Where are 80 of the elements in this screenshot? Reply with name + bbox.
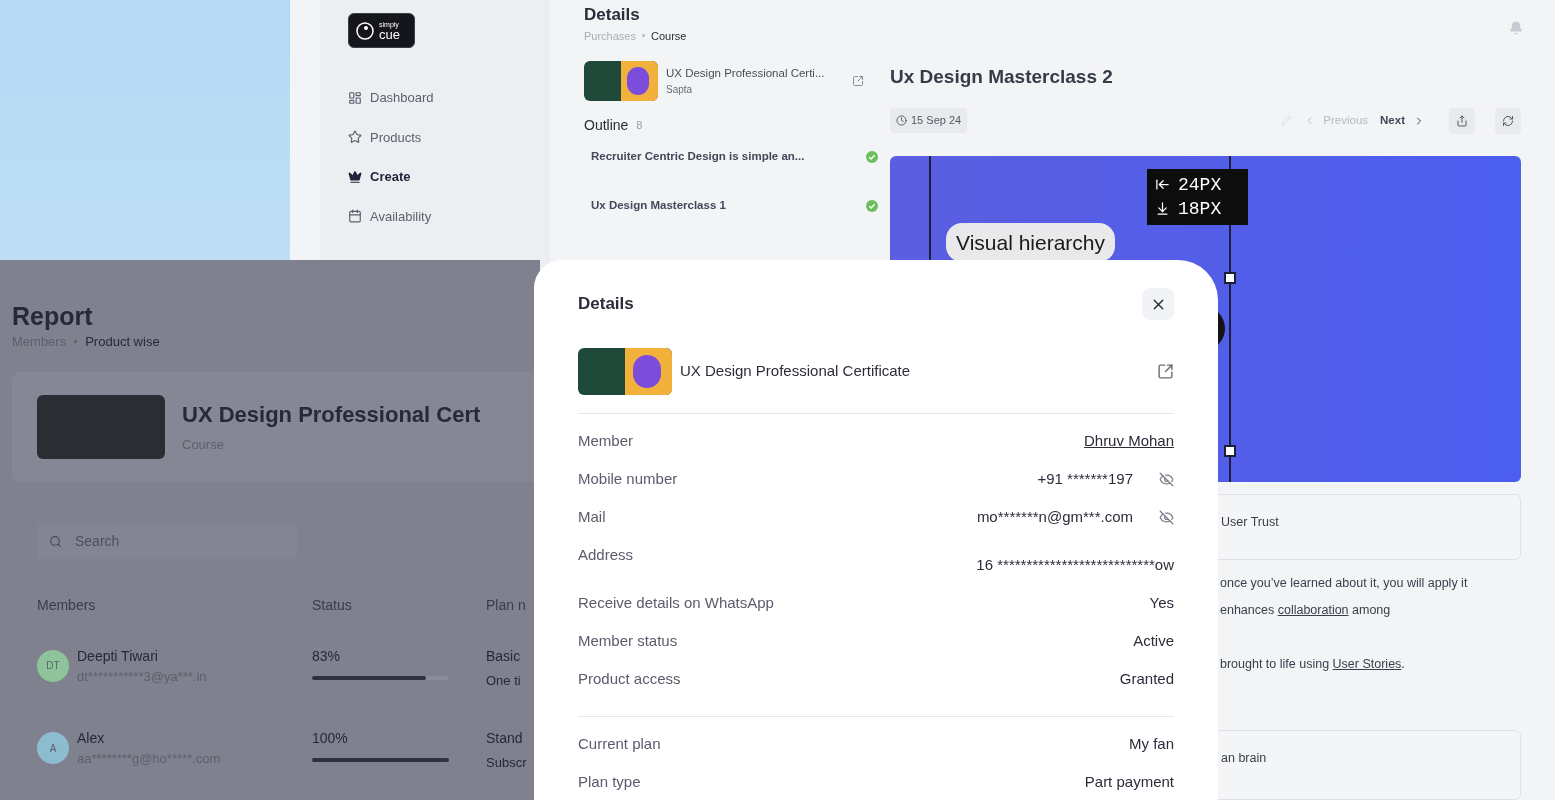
detail-value: Active	[1133, 630, 1174, 651]
nav-item[interactable]: Create	[348, 167, 550, 187]
product-author: Sapta	[666, 83, 694, 98]
detail-label: Product access	[578, 668, 681, 689]
lesson-text: once you’ve learned about it, you will apply it	[1220, 575, 1469, 592]
external-link-icon[interactable]	[852, 75, 864, 87]
external-link-icon[interactable]	[1157, 363, 1174, 380]
down-arrow-icon	[1155, 201, 1170, 216]
lesson-text: enhances collaboration among	[1220, 602, 1392, 619]
share-icon	[1456, 114, 1468, 127]
outline-title: Outline	[584, 116, 629, 135]
plan-name: Stand	[486, 729, 524, 748]
detail-label: Current plan	[578, 733, 661, 754]
masked-value: +91 *******197	[1037, 468, 1133, 489]
member-name: Alex	[77, 729, 106, 748]
nav-icon	[348, 130, 362, 145]
share-button[interactable]	[1449, 107, 1475, 134]
detail-label: Plan type	[578, 771, 641, 792]
logo-ring-icon	[355, 20, 375, 41]
product-title: UX Design Professional Certi...	[666, 65, 826, 81]
detail-label: Member status	[578, 630, 678, 651]
nav-icon	[348, 169, 362, 184]
detail-value: Part payment	[1084, 771, 1174, 792]
column-header: Members	[37, 595, 97, 615]
outline-count: 8	[636, 118, 643, 134]
member-link[interactable]: Dhruv Mohan	[1083, 429, 1174, 453]
detail-value: Yes	[1149, 592, 1174, 613]
product-title: UX Design Professional Certificate	[680, 361, 911, 382]
nav-icon	[348, 209, 362, 224]
date-chip: 15 Sep 24	[890, 108, 968, 133]
column-header: Status	[312, 595, 353, 615]
close-button[interactable]	[1142, 288, 1174, 320]
detail-label: Member	[578, 430, 633, 451]
detail-label: Address	[578, 545, 634, 565]
nav-item[interactable]: Availability	[348, 206, 550, 226]
plan-type: Subscr	[486, 754, 528, 772]
progress-value: 83%	[312, 646, 342, 666]
product-title: UX Design Professional Cert	[182, 401, 481, 430]
progress-value: 100%	[312, 729, 349, 748]
detail-label: Mail	[578, 506, 606, 527]
hidden-eye-icon[interactable]	[1159, 509, 1174, 525]
resize-handle	[1224, 444, 1236, 457]
left-arrow-icon	[1155, 177, 1170, 192]
spacing-value: 18PX	[1178, 197, 1222, 221]
breadcrumb[interactable]: Course	[651, 27, 687, 44]
lesson-title: Ux Design Masterclass 2	[890, 65, 1114, 89]
search-icon	[49, 534, 62, 548]
nav-item[interactable]: Dashboard	[348, 88, 550, 108]
spacing-value: 24PX	[1178, 173, 1222, 197]
detail-label: Receive details on WhatsApp	[578, 592, 774, 613]
clock-icon	[896, 115, 907, 126]
outline-item[interactable]: Recruiter Centric Design is simple an...	[591, 148, 878, 166]
text-link[interactable]: collaboration	[1277, 603, 1349, 617]
card-title: an brain	[1221, 751, 1267, 765]
refresh-icon	[1502, 114, 1514, 127]
nav-icon	[348, 90, 362, 105]
avatar: DT	[37, 649, 69, 682]
outline-item[interactable]: Ux Design Masterclass 1	[591, 197, 878, 215]
resize-handle	[1224, 271, 1236, 284]
panel-title: Details	[578, 293, 634, 316]
report-title: Report	[12, 301, 94, 332]
detail-value: 16 ***************************ow	[976, 555, 1174, 575]
next-button[interactable]: Next	[1380, 111, 1425, 130]
breadcrumb[interactable]: Product wise	[85, 332, 160, 352]
member-name: Deepti Tiwari	[77, 646, 159, 666]
lesson-text: brought to life using User Stories.	[1220, 656, 1406, 673]
hidden-eye-icon[interactable]	[1159, 471, 1174, 487]
hierarchy-label: Visual hierarchy	[946, 222, 1116, 262]
detail-value: My fan	[1129, 733, 1174, 754]
plan-type: One ti	[486, 671, 522, 690]
refresh-button[interactable]	[1495, 107, 1521, 134]
avatar: A	[37, 732, 69, 765]
column-header: Plan n	[486, 595, 527, 615]
card-title: User Trust	[1221, 515, 1279, 529]
plan-name: Basic	[486, 646, 522, 666]
detail-value: Granted	[1119, 668, 1174, 689]
page-title: Details	[584, 4, 641, 26]
masked-value: mo*******n@gm***.com	[976, 506, 1133, 527]
nav-item[interactable]: Products	[348, 127, 550, 147]
detail-label: Mobile number	[578, 468, 678, 489]
